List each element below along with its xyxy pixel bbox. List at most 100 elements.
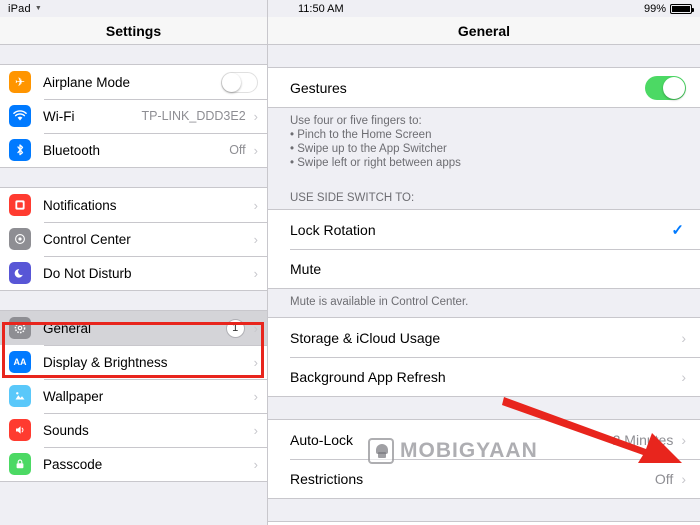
detail-gap xyxy=(268,397,700,419)
control-center-icon xyxy=(9,228,31,250)
side-switch-group: Lock Rotation ✓ Mute xyxy=(268,209,700,289)
gear-icon xyxy=(9,317,31,339)
settings-sidebar: iPad ▼ Settings ✈ Airplane Mode Wi-Fi TP… xyxy=(0,0,268,525)
airplane-mode-toggle[interactable] xyxy=(221,71,258,93)
sidebar-gap xyxy=(0,45,267,64)
status-badge: 1 xyxy=(225,318,245,338)
sidebar-item-label: Do Not Disturb xyxy=(43,265,132,281)
chevron-right-icon: › xyxy=(253,197,258,213)
sidebar-item-do-not-disturb[interactable]: Do Not Disturb › xyxy=(0,256,267,290)
sidebar-item-general[interactable]: General 1 › xyxy=(0,311,267,345)
sidebar-item-label: Wi-Fi xyxy=(43,108,75,124)
battery-icon xyxy=(670,3,694,14)
lock-group: Auto-Lock 2 Minutes › Restrictions Off › xyxy=(268,419,700,499)
sidebar-item-wallpaper[interactable]: Wallpaper › xyxy=(0,379,267,413)
side-switch-header: USE SIDE SWITCH TO: xyxy=(290,192,415,204)
notifications-icon xyxy=(9,194,31,216)
chevron-right-icon: › xyxy=(253,456,258,472)
row-gestures[interactable]: Gestures xyxy=(268,68,700,107)
wallpaper-icon xyxy=(9,385,31,407)
row-auto-lock[interactable]: Auto-Lock 2 Minutes › xyxy=(268,420,700,459)
sidebar-group-system: General 1 › AA Display & Brightness › Wa… xyxy=(0,310,267,482)
detail-title: General xyxy=(457,22,511,39)
chevron-right-icon: › xyxy=(253,388,258,404)
chevron-down-icon: ▼ xyxy=(34,5,42,12)
footnote-line: • Pinch to the Home Screen xyxy=(290,129,432,141)
gestures-group: Gestures xyxy=(268,67,700,108)
sidebar-item-bluetooth[interactable]: Bluetooth Off › xyxy=(0,133,267,167)
sidebar-item-sounds[interactable]: Sounds › xyxy=(0,413,267,447)
airplane-icon: ✈ xyxy=(9,71,31,93)
row-lock-rotation[interactable]: Lock Rotation ✓ xyxy=(268,210,700,249)
chevron-right-icon: › xyxy=(253,320,258,336)
footnote-intro: Use four or five fingers to: xyxy=(290,115,422,127)
row-label: Lock Rotation xyxy=(290,221,376,238)
device-name: iPad xyxy=(8,2,31,15)
chevron-right-icon: › xyxy=(253,231,258,247)
chevron-right-icon: › xyxy=(681,329,686,346)
sidebar-item-control-center[interactable]: Control Center › xyxy=(0,222,267,256)
chevron-right-icon: › xyxy=(681,470,686,487)
sidebar-nav-bar: Settings xyxy=(0,17,267,45)
left-status-bar: iPad ▼ xyxy=(0,0,267,17)
gestures-toggle[interactable] xyxy=(645,75,686,100)
sidebar-item-label: Airplane Mode xyxy=(43,74,131,90)
sidebar-item-value: Off xyxy=(229,143,246,157)
status-battery-percent: 99% xyxy=(643,2,666,15)
row-restrictions[interactable]: Restrictions Off › xyxy=(268,459,700,498)
chevron-right-icon: › xyxy=(253,354,258,370)
sidebar-group-notifications: Notifications › Control Center › Do Not … xyxy=(0,187,267,291)
sidebar-item-label: General xyxy=(43,320,92,336)
datetime-group: Date & Time › xyxy=(268,521,700,525)
status-time: 11:50 AM xyxy=(298,2,344,15)
detail-gap xyxy=(268,45,700,67)
row-value: 2 Minutes xyxy=(612,431,674,448)
sidebar-item-passcode[interactable]: Passcode › xyxy=(0,447,267,481)
general-detail-pane: 11:50 AM 99% General Gestures Use four o… xyxy=(268,0,700,525)
row-label: Mute xyxy=(290,260,322,277)
sidebar-item-airplane-mode[interactable]: ✈ Airplane Mode xyxy=(0,65,267,99)
row-background-app-refresh[interactable]: Background App Refresh › xyxy=(268,357,700,396)
row-storage-icloud-usage[interactable]: Storage & iCloud Usage › xyxy=(268,318,700,357)
row-mute[interactable]: Mute xyxy=(268,249,700,288)
sidebar-item-label: Display & Brightness xyxy=(43,354,168,370)
display-brightness-icon: AA xyxy=(9,351,31,373)
gestures-footnote: Use four or five fingers to: • Pinch to … xyxy=(268,108,700,178)
sidebar-item-label: Control Center xyxy=(43,231,131,247)
sidebar-gap xyxy=(0,291,267,310)
sidebar-item-notifications[interactable]: Notifications › xyxy=(0,188,267,222)
sidebar-item-label: Notifications xyxy=(43,197,117,213)
sidebar-item-label: Wallpaper xyxy=(43,388,104,404)
right-status-bar: 11:50 AM 99% xyxy=(268,0,700,17)
wifi-icon xyxy=(9,105,31,127)
row-label: Auto-Lock xyxy=(290,431,354,448)
side-switch-footnote: Mute is available in Control Center. xyxy=(290,296,469,308)
sidebar-item-label: Bluetooth xyxy=(43,142,101,158)
chevron-right-icon: › xyxy=(681,431,686,448)
footnote-line: • Swipe left or right between apps xyxy=(290,157,461,169)
detail-gap xyxy=(268,499,700,521)
chevron-right-icon: › xyxy=(253,142,258,158)
bluetooth-icon xyxy=(9,139,31,161)
row-label: Background App Refresh xyxy=(290,368,446,385)
row-label: Restrictions xyxy=(290,470,364,487)
row-value: Off xyxy=(654,470,674,487)
moon-icon xyxy=(9,262,31,284)
sidebar-item-value: TP-LINK_DDD3E2 xyxy=(141,109,246,123)
sidebar-gap xyxy=(0,168,267,187)
footnote-line: • Swipe up to the App Switcher xyxy=(290,143,447,155)
chevron-right-icon: › xyxy=(253,422,258,438)
sidebar-item-label: Sounds xyxy=(43,422,89,438)
detail-nav-bar: General xyxy=(268,17,700,45)
row-label: Storage & iCloud Usage xyxy=(290,329,441,346)
sidebar-item-label: Passcode xyxy=(43,456,103,472)
passcode-icon xyxy=(9,453,31,475)
checkmark-icon: ✓ xyxy=(671,221,684,239)
chevron-right-icon: › xyxy=(681,368,686,385)
chevron-right-icon: › xyxy=(253,108,258,124)
sidebar-item-wifi[interactable]: Wi-Fi TP-LINK_DDD3E2 › xyxy=(0,99,267,133)
page-title: Settings xyxy=(105,22,162,39)
row-label: Gestures xyxy=(290,79,347,96)
sidebar-group-connectivity: ✈ Airplane Mode Wi-Fi TP-LINK_DDD3E2 › B… xyxy=(0,64,267,168)
sidebar-item-display-brightness[interactable]: AA Display & Brightness › xyxy=(0,345,267,379)
